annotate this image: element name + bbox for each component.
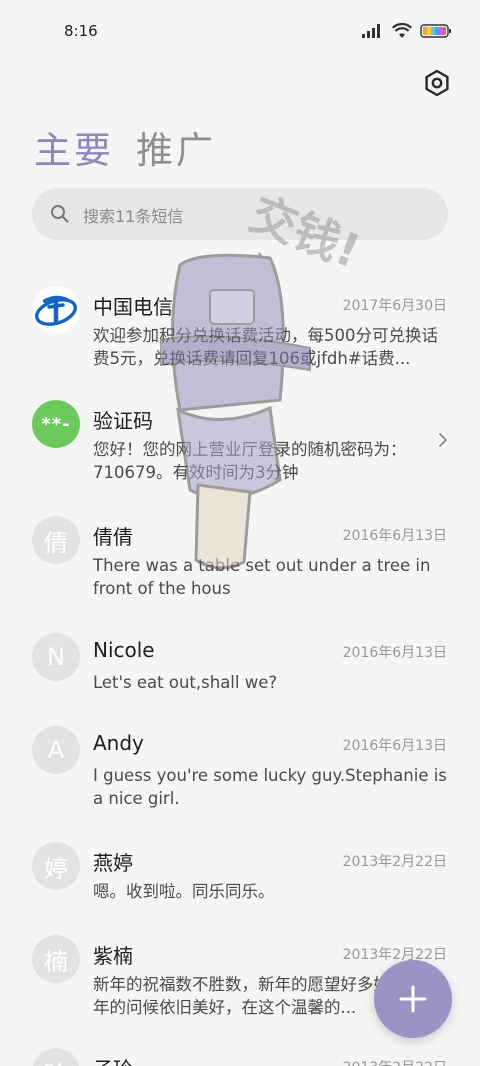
avatar: 玲 (32, 1048, 80, 1066)
plus-icon (399, 985, 427, 1013)
message-preview: There was a table set out under a tree i… (93, 556, 431, 598)
message-preview: I guess you're some lucky guy.Stephanie … (93, 766, 447, 808)
message-date: 2017年6月30日 (342, 298, 447, 314)
conversation-item[interactable]: 玲 子玲 2013年2月22日 (0, 1048, 480, 1066)
message-date: 2013年2月22日 (342, 854, 447, 870)
avatar: 楠 (32, 935, 80, 983)
conversation-item[interactable]: 中国电信 2017年6月30日 欢迎参加积分兑换话费活动，每500分可兑换话费5… (0, 286, 480, 376)
contact-name: 燕婷 (93, 851, 133, 875)
contact-name: 倩倩 (93, 525, 133, 549)
contact-name: 中国电信 (93, 295, 173, 319)
message-date: 2016年6月13日 (342, 738, 447, 754)
chevron-right-icon (439, 433, 447, 447)
contact-name: 紫楠 (93, 944, 133, 968)
conversation-item[interactable]: N Nicole 2016年6月13日 Let's eat out,shall … (0, 633, 480, 703)
avatar (32, 286, 80, 334)
message-date: 2016年6月13日 (342, 645, 447, 661)
conversation-item[interactable]: 倩 倩倩 2016年6月13日 There was a table set ou… (0, 516, 480, 606)
avatar: 倩 (32, 516, 80, 564)
conversation-item[interactable]: **- 验证码 您好！您的网上营业厅登录的随机密码为：710679。有效时间为3… (0, 400, 480, 490)
contact-name: Andy (93, 731, 144, 755)
avatar: A (32, 726, 80, 774)
message-preview: Let's eat out,shall we? (93, 673, 278, 692)
conversation-list: 中国电信 2017年6月30日 欢迎参加积分兑换话费活动，每500分可兑换话费5… (0, 0, 480, 1066)
message-preview: 您好！您的网上营业厅登录的随机密码为：710679。有效时间为3分钟 (93, 440, 407, 482)
message-date: 2013年2月22日 (343, 1057, 447, 1066)
contact-name: 子玲 (93, 1053, 133, 1066)
message-preview: 嗯。收到啦。同乐同乐。 (93, 882, 275, 901)
message-date: 2013年2月22日 (342, 947, 447, 963)
avatar: 婷 (32, 842, 80, 890)
china-telecom-logo-icon (34, 295, 78, 326)
contact-name: 验证码 (93, 409, 153, 433)
conversation-item[interactable]: A Andy 2016年6月13日 I guess you're some lu… (0, 726, 480, 816)
avatar: N (32, 633, 80, 681)
message-date: 2016年6月13日 (342, 528, 447, 544)
avatar: **- (32, 400, 80, 448)
contact-name: Nicole (93, 638, 155, 662)
message-preview: 欢迎参加积分兑换话费活动，每500分可兑换话费5元，兑换话费请回复106或jfd… (93, 326, 438, 368)
new-message-button[interactable] (374, 960, 452, 1038)
conversation-item[interactable]: 婷 燕婷 2013年2月22日 嗯。收到啦。同乐同乐。 (0, 842, 480, 912)
